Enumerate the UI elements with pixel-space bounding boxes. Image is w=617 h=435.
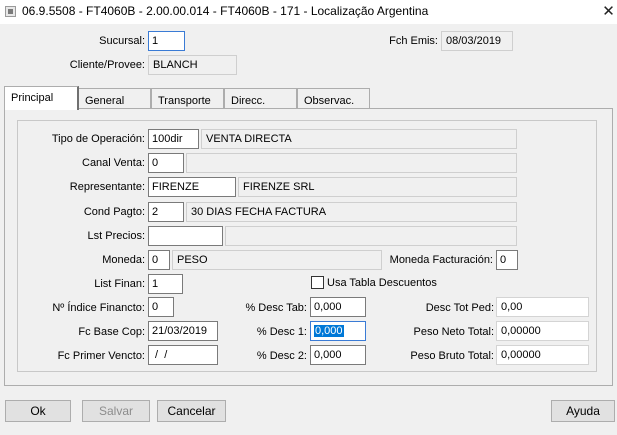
fc-primer-vencto-label: Fc Primer Vencto: xyxy=(57,350,145,362)
tipo-operacion-field[interactable]: 100dir xyxy=(148,129,199,149)
fc-primer-vencto-field[interactable]: / / xyxy=(148,345,218,365)
window-title: 06.9.5508 - FT4060B - 2.00.00.014 - FT40… xyxy=(22,4,429,18)
close-icon[interactable]: ✕ xyxy=(600,0,617,24)
canal-venta-desc xyxy=(186,153,517,173)
cancelar-button[interactable]: Cancelar xyxy=(157,400,226,422)
fch-emis-field: 08/03/2019 xyxy=(441,31,513,51)
lst-precios-label: Lst Precios: xyxy=(87,230,145,242)
desc-1-value: 0,000 xyxy=(314,325,344,337)
cliente-label: Cliente/Provee: xyxy=(69,59,145,71)
list-finan-field[interactable]: 1 xyxy=(148,274,183,294)
desc-2-field[interactable]: 0,000 xyxy=(310,345,366,365)
lst-precios-desc xyxy=(225,226,517,246)
tab-observac[interactable]: Observac. xyxy=(297,88,370,108)
desc-1-label: % Desc 1: xyxy=(256,326,307,338)
cond-pagto-label: Cond Pagto: xyxy=(83,206,145,218)
ayuda-button[interactable]: Ayuda xyxy=(551,400,615,422)
moneda-facturacion-label: Moneda Facturación: xyxy=(389,254,493,266)
tab-transporte[interactable]: Transporte xyxy=(151,88,224,108)
representante-field[interactable]: FIRENZE xyxy=(148,177,236,197)
tab-principal[interactable]: Principal xyxy=(4,86,79,110)
moneda-facturacion-field[interactable]: 0 xyxy=(496,250,518,270)
desc-1-field[interactable]: 0,000 xyxy=(310,321,366,341)
sucursal-label: Sucursal: xyxy=(99,35,145,47)
desc-tot-ped-field: 0,00 xyxy=(496,297,589,317)
app-icon xyxy=(5,6,16,17)
peso-bruto-field: 0,00000 xyxy=(496,345,589,365)
sucursal-field[interactable]: 1 xyxy=(148,31,185,51)
tipo-operacion-label: Tipo de Operación: xyxy=(51,133,145,145)
desc-tab-label: % Desc Tab: xyxy=(245,302,307,314)
moneda-field[interactable]: 0 xyxy=(148,250,170,270)
usa-tabla-label: Usa Tabla Descuentos xyxy=(327,277,437,289)
lst-precios-field[interactable] xyxy=(148,226,223,246)
canal-venta-field[interactable]: 0 xyxy=(148,153,184,173)
representante-desc: FIRENZE SRL xyxy=(238,177,517,197)
fc-base-cop-label: Fc Base Cop: xyxy=(78,326,145,338)
desc-2-label: % Desc 2: xyxy=(256,350,307,362)
desc-tab-field[interactable]: 0,000 xyxy=(310,297,366,317)
peso-neto-label: Peso Neto Total: xyxy=(413,326,494,338)
salvar-button[interactable]: Salvar xyxy=(82,400,150,422)
peso-bruto-label: Peso Bruto Total: xyxy=(410,350,494,362)
tipo-operacion-desc: VENTA DIRECTA xyxy=(201,129,517,149)
fc-base-cop-field[interactable]: 21/03/2019 xyxy=(148,321,218,341)
canal-venta-label: Canal Venta: xyxy=(82,157,145,169)
cliente-field: BLANCH xyxy=(148,55,237,75)
list-finan-label: List Finan: xyxy=(94,278,145,290)
representante-label: Representante: xyxy=(69,181,145,193)
cond-pagto-field[interactable]: 2 xyxy=(148,202,184,222)
peso-neto-field: 0,00000 xyxy=(496,321,589,341)
ok-button[interactable]: Ok xyxy=(5,400,71,422)
fch-emis-label: Fch Emis: xyxy=(389,35,438,47)
indice-financto-label: Nº Índice Financto: xyxy=(52,302,145,314)
tab-direcc[interactable]: Direcc. xyxy=(224,88,297,108)
usa-tabla-checkbox[interactable] xyxy=(311,276,324,289)
indice-financto-field[interactable]: 0 xyxy=(148,297,174,317)
desc-tot-ped-label: Desc Tot Ped: xyxy=(425,302,494,314)
tab-general[interactable]: General xyxy=(78,88,151,108)
moneda-desc: PESO xyxy=(172,250,382,270)
cond-pagto-desc: 30 DIAS FECHA FACTURA xyxy=(186,202,517,222)
moneda-label: Moneda: xyxy=(102,254,145,266)
